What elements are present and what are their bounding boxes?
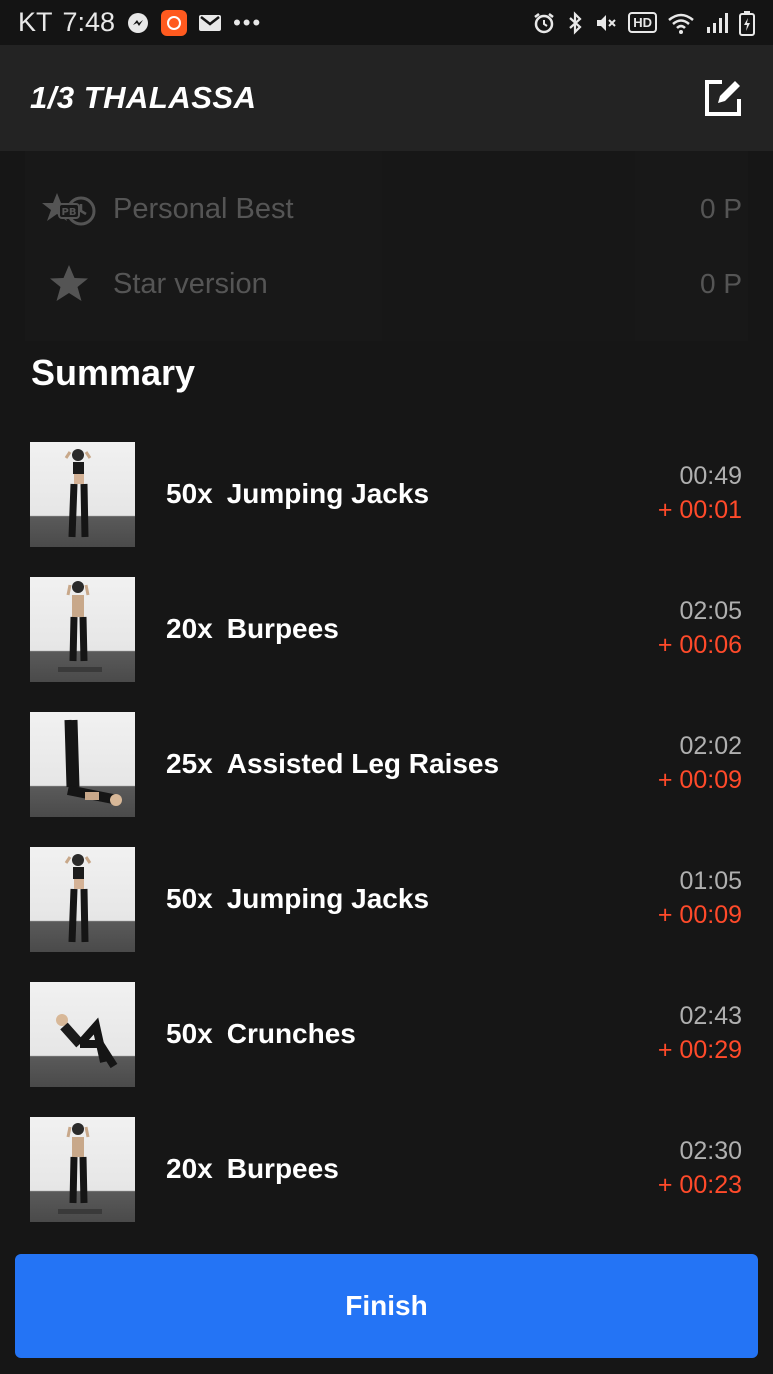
app-header: 1/3 THALASSA xyxy=(0,45,773,151)
exercise-thumbnail xyxy=(30,577,135,682)
alarm-icon xyxy=(532,11,556,35)
score-points: 0 P xyxy=(699,193,742,224)
edit-button[interactable] xyxy=(703,78,743,118)
edit-icon xyxy=(705,80,741,116)
status-bar: KT 7:48 ••• HD xyxy=(0,0,773,45)
exercise-row[interactable]: 20x Burpees 02:30 + 00:23 xyxy=(0,1115,773,1222)
exercise-delta: + 00:09 xyxy=(657,901,742,929)
exercise-time: 02:02 xyxy=(679,732,742,760)
exercise-thumbnail xyxy=(30,712,135,817)
exercise-thumbnail xyxy=(30,442,135,547)
score-row-personal-best: PB Personal Best 0 P xyxy=(25,179,748,239)
exercise-row[interactable]: 20x Burpees 02:05 + 00:06 xyxy=(0,575,773,682)
exercise-row[interactable]: 25x Assisted Leg Raises 02:02 + 00:09 xyxy=(0,710,773,817)
exercise-thumbnail xyxy=(30,982,135,1087)
exercise-time: 01:05 xyxy=(679,867,742,895)
exercise-row[interactable]: 50x Jumping Jacks 01:05 + 00:09 xyxy=(0,845,773,952)
exercise-delta: + 00:23 xyxy=(657,1171,742,1199)
mute-icon xyxy=(594,11,618,35)
exercise-name: 50x Jumping Jacks xyxy=(166,477,430,509)
exercise-thumbnail xyxy=(30,847,135,952)
exercise-name: 50x Crunches xyxy=(166,1017,356,1049)
bluetooth-icon xyxy=(566,10,584,35)
exercise-name: 50x Jumping Jacks xyxy=(166,882,430,914)
wifi-icon xyxy=(667,11,695,35)
exercise-name: 20x Burpees xyxy=(166,1152,339,1184)
star-icon xyxy=(25,262,113,306)
score-label: Personal Best xyxy=(113,192,294,225)
exercise-time: 02:43 xyxy=(679,1002,742,1030)
finish-button[interactable]: Finish xyxy=(15,1254,758,1358)
score-row-star-version: Star version 0 P xyxy=(25,254,748,314)
page-title: 1/3 THALASSA xyxy=(30,80,257,115)
exercise-time: 02:30 xyxy=(679,1137,742,1165)
exercise-row[interactable]: 50x Crunches 02:43 + 00:29 xyxy=(0,980,773,1087)
status-left: KT 7:48 ••• xyxy=(18,7,262,38)
exercise-delta: + 00:29 xyxy=(657,1036,742,1064)
signal-icon xyxy=(705,11,729,35)
pb-badge: PB xyxy=(62,207,77,218)
gmail-icon xyxy=(197,10,223,36)
score-points: 0 P xyxy=(699,268,742,299)
app-orange-icon xyxy=(161,9,188,36)
score-list: PB Personal Best 0 P Star version 0 P xyxy=(25,151,748,341)
exercise-name: 20x Burpees xyxy=(166,612,339,644)
clock: 7:48 xyxy=(62,7,116,37)
more-icon: ••• xyxy=(233,9,263,35)
exercise-delta: + 00:09 xyxy=(657,766,742,794)
status-right: HD xyxy=(532,10,755,36)
hd-icon: HD xyxy=(628,12,657,33)
exercise-name: 25x Assisted Leg Raises xyxy=(166,747,500,779)
exercise-time: 00:49 xyxy=(679,462,742,490)
exercise-row[interactable]: 50x Jumping Jacks 00:49 + 00:01 xyxy=(0,440,773,547)
exercise-delta: + 00:01 xyxy=(657,496,742,524)
personal-best-icon: PB xyxy=(25,189,113,229)
battery-icon xyxy=(739,10,755,36)
score-label: Star version xyxy=(113,267,268,300)
exercise-delta: + 00:06 xyxy=(657,631,742,659)
messenger-icon xyxy=(125,10,151,36)
exercise-thumbnail xyxy=(30,1117,135,1222)
summary-heading: Summary xyxy=(31,352,196,393)
carrier-label: KT xyxy=(18,7,53,37)
exercise-time: 02:05 xyxy=(679,597,742,625)
